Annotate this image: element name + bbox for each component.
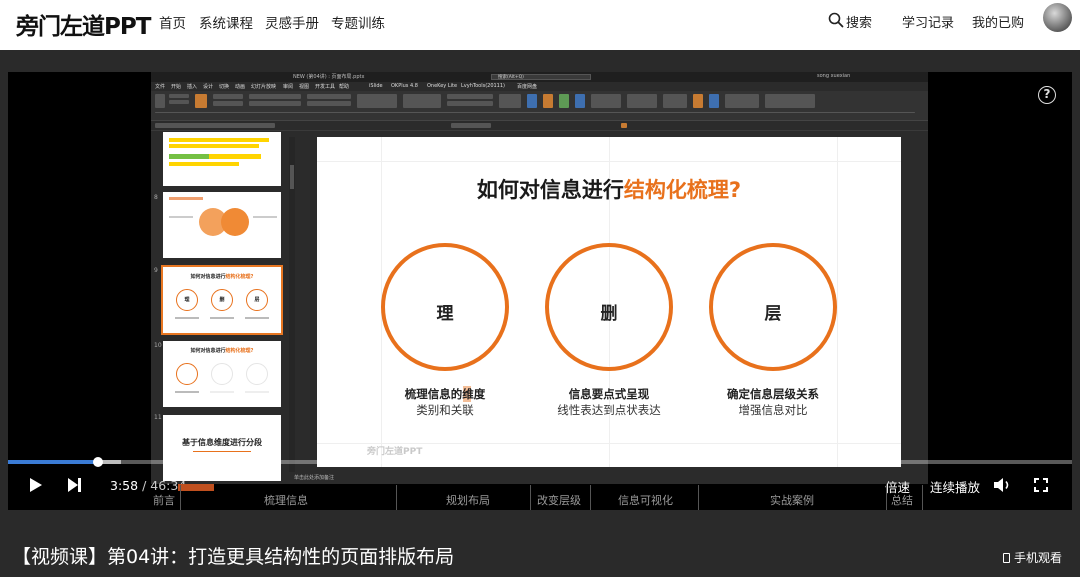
ppt-thumbnail: 基于信息维度进行分段 [163, 415, 281, 481]
chapter-label[interactable]: 信息可视化 [618, 492, 673, 508]
ppt-slide: 如何对信息进行结构化梳理? 理 删 层 梳理信息的维度 信息要点式呈现 确定信息… [317, 137, 901, 467]
mobile-watch-button[interactable]: 手机观看 [1003, 549, 1062, 566]
ppt-tab: OneKey Lite [427, 83, 458, 89]
slide-circle-char: 理 [436, 304, 454, 324]
slide-item-label: 信息要点式呈现 [568, 387, 650, 401]
chapter-label[interactable]: 实战案例 [770, 492, 814, 508]
chapter-current-marker [178, 484, 214, 491]
site-logo[interactable]: 旁门左道PPT [16, 7, 151, 41]
ppt-thumbnail-selected: 如何对信息进行结构化梳理? 理 删 层 [161, 265, 283, 335]
ppt-tab: 插入 [187, 84, 198, 90]
ppt-thumbnail [163, 132, 281, 186]
slide-item-sub: 线性表达到点状表达 [557, 403, 661, 417]
ppt-tab: 百度网盘 [517, 84, 538, 90]
top-nav: 旁门左道PPT 首页 系统课程 灵感手册 专题训练 搜索 学习记录 我的已购 [0, 0, 1080, 50]
ppt-tab: 切换 [219, 84, 230, 90]
thumb-char: 删 [219, 297, 225, 303]
ppt-tab: LvyhTools(20111) [461, 83, 505, 89]
phone-icon [1003, 553, 1010, 563]
ppt-tab: 视图 [299, 84, 310, 90]
progress-bar[interactable] [8, 457, 1072, 467]
ppt-thumbnail-pane: 8 9 如何对信息进行结构化梳理? 理 删 层 10 如何对信息进行结构化梳理?… [151, 132, 287, 484]
ppt-ribbon-tabs: 文件 开始 插入 设计 切换 动画 幻灯片放映 审阅 视图 开发工具 帮助 iS… [151, 82, 928, 91]
ppt-titlebar: NEW (第04讲) : 页面布局.pptx 搜索(Alt+Q) song xu… [151, 72, 928, 82]
ppt-tab: 文件 [155, 84, 166, 90]
chapter-label[interactable]: 总结 [891, 492, 913, 508]
ppt-quick-bar [151, 121, 928, 131]
ppt-tab: OKPlus 4.8 [391, 83, 418, 89]
ppt-search-box: 搜索(Alt+Q) [491, 74, 591, 80]
progress-played [8, 460, 99, 464]
ppt-thumbnail: 如何对信息进行结构化梳理? [163, 341, 281, 407]
thumb-char: 层 [254, 297, 260, 303]
nav-system-courses[interactable]: 系统课程 [199, 12, 253, 32]
chapter-strip: 前言 梳理信息 规划布局 改变层级 信息可视化 实战案例 总结 [8, 484, 1072, 510]
ppt-user-name: song xuexian [817, 73, 851, 79]
slide-title: 如何对信息进行结构化梳理? [317, 174, 901, 204]
my-purchased-link[interactable]: 我的已购 [972, 12, 1024, 31]
nav-topic-training[interactable]: 专题训练 [331, 12, 385, 32]
slide-circle-char: 删 [600, 304, 618, 324]
ppt-window-title: NEW (第04讲) : 页面布局.pptx [293, 74, 365, 80]
ppt-tab: 动画 [235, 84, 246, 90]
slide-title-prefix: 如何对信息进行 [476, 178, 624, 202]
slide-title-highlight: 结构化梳理? [623, 178, 742, 202]
slide-item-label: 确定信息层级关系 [727, 387, 819, 401]
progress-handle[interactable] [93, 457, 104, 467]
chapter-label[interactable]: 改变层级 [537, 492, 581, 508]
ppt-notes-bar: 单击此处添加备注 [289, 472, 928, 484]
course-title: 【视频课】第04讲：打造更具结构性的页面排版布局 [12, 546, 455, 568]
study-record-link[interactable]: 学习记录 [902, 12, 954, 31]
mobile-watch-label: 手机观看 [1014, 551, 1063, 565]
nav-home[interactable]: 首页 [159, 12, 186, 32]
ppt-thumbnail-number: 10 [154, 342, 162, 349]
ppt-tab: iSlide [369, 83, 383, 89]
ppt-tab: 开始 [171, 84, 182, 90]
ppt-tab: 开发工具 [315, 84, 336, 90]
video-player[interactable]: NEW (第04讲) : 页面布局.pptx 搜索(Alt+Q) song xu… [8, 72, 1072, 510]
search-link[interactable]: 搜索 [846, 12, 872, 31]
chapter-label[interactable]: 前言 [153, 492, 175, 508]
ppt-thumbnail-number: 8 [154, 194, 158, 201]
ppt-tab: 帮助 [339, 84, 350, 90]
help-icon[interactable]: ? [1038, 86, 1056, 104]
ppt-tab: 审阅 [283, 84, 294, 90]
search-icon[interactable] [828, 12, 844, 28]
ppt-tab: 幻灯片放映 [251, 84, 277, 90]
slide-watermark: 旁门左道PPT [367, 447, 423, 457]
ppt-scrollbar [289, 137, 295, 484]
nav-inspiration-handbook[interactable]: 灵感手册 [265, 12, 319, 32]
thumb-title: 基于信息维度进行分段 [182, 438, 262, 447]
chapter-label[interactable]: 梳理信息 [264, 492, 308, 508]
slide-circle-char: 层 [764, 304, 782, 324]
thumb-char: 理 [184, 297, 190, 303]
ppt-tab: 设计 [203, 84, 214, 90]
chapter-label[interactable]: 规划布局 [446, 492, 490, 508]
ppt-thumbnail-number: 9 [154, 267, 158, 274]
ppt-thumbnail [163, 192, 281, 258]
avatar[interactable] [1043, 3, 1072, 32]
slide-item-sub: 增强信息对比 [738, 403, 808, 417]
slide-item-sub: 类别和关联 [416, 403, 474, 417]
video-frame: NEW (第04讲) : 页面布局.pptx 搜索(Alt+Q) song xu… [151, 72, 928, 484]
slide-item-label: 梳理信息的维度 [404, 387, 486, 401]
ppt-thumbnail-number: 11 [154, 414, 162, 421]
ppt-ribbon [151, 91, 928, 121]
